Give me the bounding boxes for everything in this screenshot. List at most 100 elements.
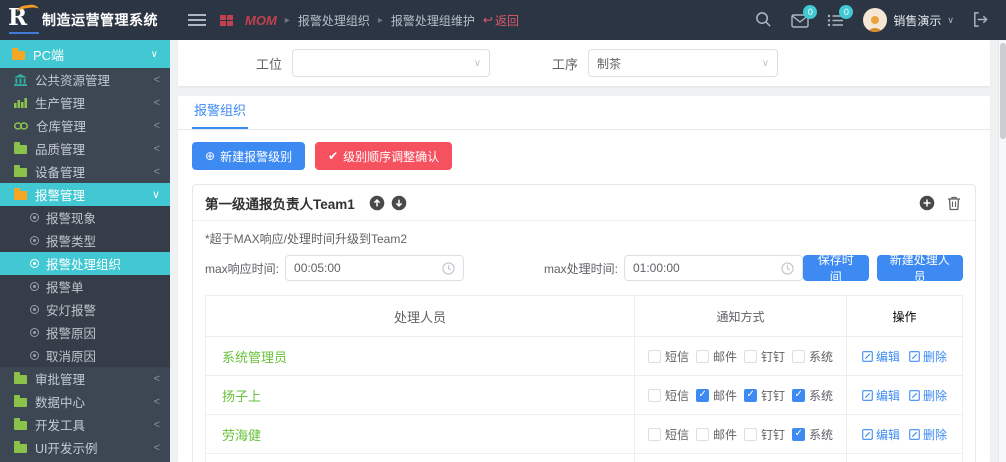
escalation-note: *超于MAX响应/处理时间升级到Team2 xyxy=(193,221,975,247)
checkbox-email[interactable] xyxy=(696,428,709,441)
checkbox-email[interactable] xyxy=(696,389,709,402)
move-up-icon[interactable] xyxy=(369,195,385,211)
checkbox-dingtalk[interactable] xyxy=(744,389,757,402)
logo-subtext-line xyxy=(9,32,39,34)
chart-icon xyxy=(14,97,27,108)
logout-icon[interactable] xyxy=(972,11,990,29)
folder-icon xyxy=(14,421,27,430)
folder-open-icon xyxy=(14,191,27,200)
checkbox-label: 钉钉 xyxy=(761,387,785,404)
circle-icon xyxy=(30,213,39,222)
process-select[interactable]: 制茶 ∨ xyxy=(588,49,778,77)
delete-team-icon[interactable] xyxy=(947,195,963,211)
checkbox-system[interactable] xyxy=(792,428,805,441)
chevron-down-icon: ∨ xyxy=(152,188,160,201)
user-name: 销售演示 xyxy=(893,12,941,29)
sidebar-item-warehouse[interactable]: 仓库管理 < xyxy=(0,114,170,137)
circle-icon xyxy=(30,236,39,245)
chevron-down-icon: ∨ xyxy=(151,49,158,60)
station-select[interactable]: ∨ xyxy=(292,49,490,77)
sidebar-toggle-icon[interactable] xyxy=(188,11,206,29)
confirm-level-order-button[interactable]: ✔ 级别顺序调整确认 xyxy=(315,142,452,170)
breadcrumb: MOM ▸ 报警处理组织 ▸ 报警处理组维护 ↩返回 xyxy=(220,12,519,29)
sidebar-item-alarm-phenomenon[interactable]: 报警现象 xyxy=(0,206,170,229)
handler-name: 扬子上 xyxy=(206,386,634,405)
process-value: 制茶 xyxy=(597,55,621,72)
back-button[interactable]: ↩返回 xyxy=(483,12,519,29)
checkbox-dingtalk[interactable] xyxy=(744,428,757,441)
app-title: 制造运营管理系统 xyxy=(42,10,158,30)
sidebar-item-alarm-management[interactable]: 报警管理 ∨ xyxy=(0,183,170,206)
delete-button[interactable]: 删除 xyxy=(909,426,947,443)
chevron-left-icon: < xyxy=(154,396,160,408)
max-handle-input[interactable]: 01:00:00 xyxy=(624,255,803,281)
checkbox-label: 系统 xyxy=(809,426,833,443)
sidebar-item-approval[interactable]: 审批管理 < xyxy=(0,367,170,390)
check-circle-icon: ✔ xyxy=(328,149,338,163)
breadcrumb-item-1[interactable]: 报警处理组织 xyxy=(298,12,370,29)
logo-swoosh xyxy=(16,4,39,19)
sidebar-item-alarm-type[interactable]: 报警类型 xyxy=(0,229,170,252)
new-alarm-level-button[interactable]: ⊕ 新建报警级别 xyxy=(192,142,305,170)
move-down-icon[interactable] xyxy=(391,195,407,211)
folder-icon xyxy=(14,168,27,177)
folder-icon xyxy=(14,375,27,384)
save-time-button[interactable]: 保存时间 xyxy=(803,255,869,281)
breadcrumb-item-2[interactable]: 报警处理组维护 xyxy=(391,12,475,29)
sidebar-item-public-resources[interactable]: 公共资源管理 < xyxy=(0,68,170,91)
breadcrumb-root[interactable]: MOM xyxy=(245,13,277,28)
user-menu[interactable]: 销售演示 ∨ xyxy=(863,8,954,32)
sidebar-root-pc[interactable]: PC端 ∨ xyxy=(0,40,170,68)
sidebar-item-cancel-reason[interactable]: 取消原因 xyxy=(0,344,170,367)
new-handler-button[interactable]: 新建处理人员 xyxy=(877,255,963,281)
chevron-left-icon: < xyxy=(154,166,160,178)
sidebar-item-ui-demo[interactable]: UI开发示例 < xyxy=(0,436,170,459)
checkbox-label: 邮件 xyxy=(713,348,737,365)
sidebar-item-quality[interactable]: 品质管理 < xyxy=(0,137,170,160)
sidebar-item-production[interactable]: 生产管理 < xyxy=(0,91,170,114)
add-team-icon[interactable] xyxy=(919,195,935,211)
team1-group: 第一级通报负责人Team1 xyxy=(192,184,976,462)
folder-icon xyxy=(14,444,27,453)
sidebar-item-equipment[interactable]: 设备管理 < xyxy=(0,160,170,183)
sidebar-item-alarm-reason[interactable]: 报警原因 xyxy=(0,321,170,344)
scrollbar-thumb[interactable] xyxy=(1000,43,1006,139)
checkbox-system[interactable] xyxy=(792,350,805,363)
table-row: 劳海健 短信 邮件 钉钉 系统 编辑 删除 xyxy=(206,414,962,453)
checkbox-sms[interactable] xyxy=(648,428,661,441)
checkbox-system[interactable] xyxy=(792,389,805,402)
tab-bar: 报警组织 xyxy=(178,96,990,130)
checkbox-label: 钉钉 xyxy=(761,426,785,443)
vertical-scrollbar[interactable] xyxy=(998,40,1006,462)
delete-button[interactable]: 删除 xyxy=(909,387,947,404)
mail-icon[interactable]: 0 xyxy=(791,11,809,29)
alarm-org-card: 报警组织 ⊕ 新建报警级别 ✔ 级别顺序调整确认 第一级通报负责人Team1 xyxy=(178,96,990,462)
edit-icon xyxy=(909,351,920,362)
sidebar-item-dev-tools[interactable]: 开发工具 < xyxy=(0,413,170,436)
chevron-left-icon: < xyxy=(154,97,160,109)
checkbox-dingtalk[interactable] xyxy=(744,350,757,363)
delete-button[interactable]: 删除 xyxy=(909,348,947,365)
max-response-input[interactable]: 00:05:00 xyxy=(285,255,464,281)
sidebar-item-data-center[interactable]: 数据中心 < xyxy=(0,390,170,413)
edit-button[interactable]: 编辑 xyxy=(862,387,900,404)
handler-name: 系统管理员 xyxy=(206,347,634,366)
chevron-down-icon: ∨ xyxy=(947,15,954,26)
app-logo[interactable]: R 制造运营管理系统 xyxy=(0,5,166,35)
sidebar-item-alarm-ticket[interactable]: 报警单 xyxy=(0,275,170,298)
sidebar-item-andon-alarm[interactable]: 安灯报警 xyxy=(0,298,170,321)
edit-button[interactable]: 编辑 xyxy=(862,426,900,443)
checkbox-email[interactable] xyxy=(696,350,709,363)
edit-button[interactable]: 编辑 xyxy=(862,348,900,365)
circle-icon xyxy=(30,259,39,268)
sidebar-item-alarm-handling-org[interactable]: 报警处理组织 xyxy=(0,252,170,275)
checkbox-sms[interactable] xyxy=(648,350,661,363)
checkbox-label: 邮件 xyxy=(713,426,737,443)
search-icon[interactable] xyxy=(755,11,773,29)
toolbar: ⊕ 新建报警级别 ✔ 级别顺序调整确认 xyxy=(178,130,990,176)
checkbox-sms[interactable] xyxy=(648,389,661,402)
table-row: 系统管理员 短信 邮件 钉钉 系统 编辑 删除 xyxy=(206,336,962,375)
todo-list-icon[interactable]: 0 xyxy=(827,11,845,29)
top-header: R 制造运营管理系统 MOM ▸ 报警处理组织 ▸ 报警处理组维护 ↩返回 xyxy=(0,0,1006,40)
tab-alarm-org[interactable]: 报警组织 xyxy=(192,100,248,129)
